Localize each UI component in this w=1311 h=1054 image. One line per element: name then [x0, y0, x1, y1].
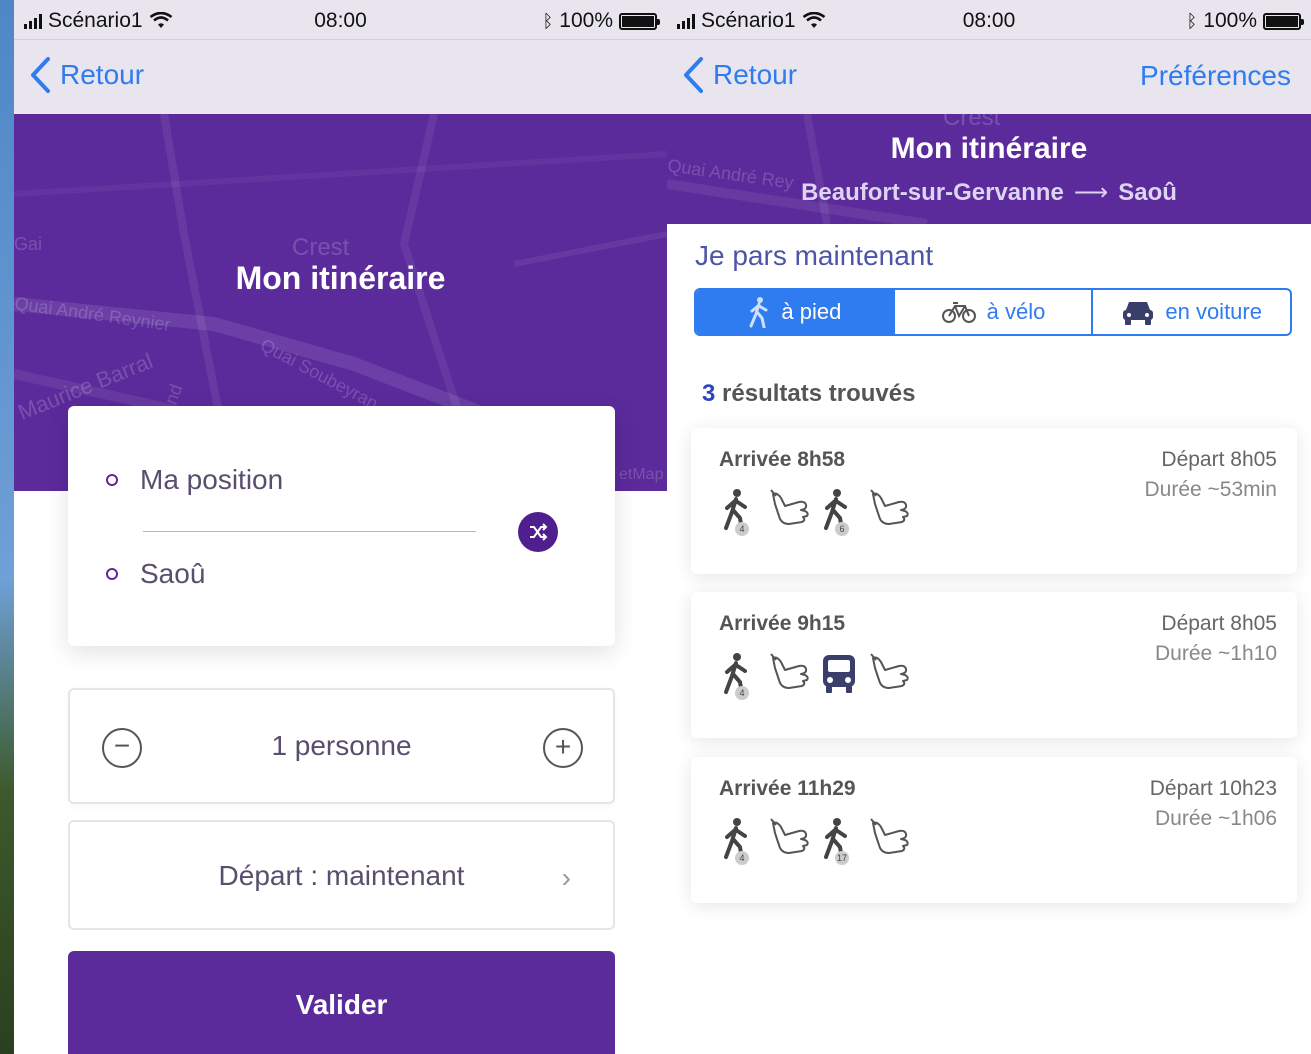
passenger-stepper: − 1 personne +: [68, 688, 615, 804]
map-label: Crest: [943, 114, 1001, 131]
nav-bar: Retour: [14, 40, 667, 114]
hitchhike-icon: [769, 817, 813, 865]
tab-car[interactable]: en voiture: [1093, 290, 1290, 334]
tab-walk[interactable]: à pied: [696, 290, 895, 334]
hitchhike-icon: [869, 817, 913, 865]
walk-icon: [749, 297, 768, 328]
trip-duration: Durée ~53min: [1144, 478, 1278, 501]
route-destination: Saoû: [1118, 179, 1177, 206]
chevron-left-icon: [684, 57, 703, 93]
hitchhike-icon: [769, 652, 813, 700]
map-label: Gai: [14, 234, 43, 254]
leg-badge: 4: [735, 522, 749, 536]
shuffle-icon: [530, 523, 548, 541]
battery-icon: [619, 12, 660, 30]
trip-duration: Durée ~1h10: [1154, 642, 1277, 665]
results-number: 3: [702, 380, 716, 407]
battery-icon: [1263, 12, 1304, 30]
back-button[interactable]: Retour: [28, 56, 144, 94]
destination-dot-icon: [106, 568, 118, 580]
transport-mode-tabs: à pied à vélo en voiture: [694, 288, 1292, 336]
origin-field[interactable]: Ma position: [106, 464, 283, 496]
leg-badge: 6: [835, 522, 849, 536]
origin-value: Ma position: [140, 464, 284, 495]
results-label: résultats trouvés: [722, 380, 916, 407]
walk-icon: 4: [719, 817, 763, 865]
swap-button[interactable]: [518, 512, 558, 552]
passenger-count: 1 personne: [271, 730, 412, 761]
route-summary: Beaufort-sur-Gervanne ⟶ Saoû: [667, 178, 1311, 207]
back-button[interactable]: Retour: [681, 56, 797, 94]
desktop-background: [0, 0, 14, 1054]
walk-icon: 6: [819, 488, 863, 536]
hitchhike-icon: [769, 488, 813, 536]
map-attribution: etMap: [619, 466, 664, 483]
destination-value: Saoû: [140, 558, 206, 589]
departure-time: Départ 8h05: [1161, 612, 1277, 635]
departure-label: Départ : maintenant: [218, 860, 465, 891]
phone-screen-search: Scénario1 08:00 ᛒ 100% Retour Crest Gai …: [14, 0, 667, 1054]
destination-field[interactable]: Saoû: [106, 558, 205, 590]
departure-time-button[interactable]: Départ : maintenant ›: [68, 820, 615, 930]
chevron-left-icon: [31, 57, 50, 93]
page-title: Mon itinéraire: [235, 260, 446, 296]
increase-button[interactable]: +: [543, 728, 583, 768]
divider: [143, 531, 476, 532]
arrival-time: Arrivée 8h58: [719, 448, 846, 471]
validate-button[interactable]: Valider: [68, 951, 615, 1054]
map-label: Crest: [292, 234, 350, 261]
result-card[interactable]: Arrivée 8h58 Départ 8h05 Durée ~53min 4 6: [691, 428, 1297, 574]
departure-now-label: Je pars maintenant: [695, 240, 934, 271]
walk-icon: 4: [719, 652, 763, 700]
bluetooth-icon: ᛒ: [542, 10, 554, 31]
address-card: Ma position Saoû: [68, 406, 615, 646]
status-bar: Scénario1 08:00 ᛒ 100%: [14, 0, 667, 40]
arrival-time: Arrivée 9h15: [719, 612, 846, 635]
battery: ᛒ 100%: [1186, 9, 1304, 33]
tab-walk-label: à pied: [781, 299, 842, 324]
bus-icon: [819, 652, 863, 700]
bike-icon: [941, 302, 976, 323]
leg-badge: 4: [735, 686, 749, 700]
map-header: Crest Quai André Rey Mon itinéraire Beau…: [667, 114, 1311, 224]
leg-badge: 17: [835, 851, 849, 865]
battery-percent: 100%: [559, 9, 613, 32]
departure-time: Départ 8h05: [1161, 448, 1277, 471]
back-label: Retour: [60, 59, 145, 90]
trip-legs: 4: [719, 652, 913, 700]
trip-duration: Durée ~1h06: [1154, 807, 1277, 830]
result-card[interactable]: Arrivée 11h29 Départ 10h23 Durée ~1h06 4 17: [691, 757, 1297, 903]
trip-legs: 46: [719, 488, 913, 536]
walk-icon: 17: [819, 817, 863, 865]
tab-bike-label: à vélo: [986, 299, 1046, 324]
route-origin: Beaufort-sur-Gervanne: [801, 179, 1064, 206]
results-count: 3 résultats trouvés: [702, 380, 915, 408]
nav-bar: Retour Préférences: [667, 40, 1311, 114]
battery: ᛒ 100%: [542, 9, 660, 33]
back-label: Retour: [713, 59, 798, 90]
departure-time: Départ 10h23: [1149, 777, 1277, 800]
leg-badge: 4: [735, 851, 749, 865]
chevron-right-icon: ›: [561, 862, 571, 893]
preferences-button[interactable]: Préférences: [1140, 60, 1291, 92]
bluetooth-icon: ᛒ: [1186, 10, 1198, 31]
tab-bike[interactable]: à vélo: [895, 290, 1094, 334]
origin-dot-icon: [106, 474, 118, 486]
walk-icon: 4: [719, 488, 763, 536]
arrival-time: Arrivée 11h29: [719, 777, 856, 800]
result-card[interactable]: Arrivée 9h15 Départ 8h05 Durée ~1h10 4: [691, 592, 1297, 738]
battery-percent: 100%: [1203, 9, 1257, 32]
status-bar: Scénario1 08:00 ᛒ 100%: [667, 0, 1311, 40]
page-title: Mon itinéraire: [890, 132, 1088, 165]
car-icon: [1123, 302, 1154, 325]
hitchhike-icon: [869, 488, 913, 536]
plus-icon: +: [554, 730, 572, 762]
hitchhike-icon: [869, 652, 913, 700]
trip-legs: 4 17: [719, 817, 913, 865]
tab-car-label: en voiture: [1165, 299, 1262, 324]
arrow-right-icon: ⟶: [1073, 179, 1109, 206]
phone-screen-results: Scénario1 08:00 ᛒ 100% Retour Préférence…: [667, 0, 1311, 1054]
